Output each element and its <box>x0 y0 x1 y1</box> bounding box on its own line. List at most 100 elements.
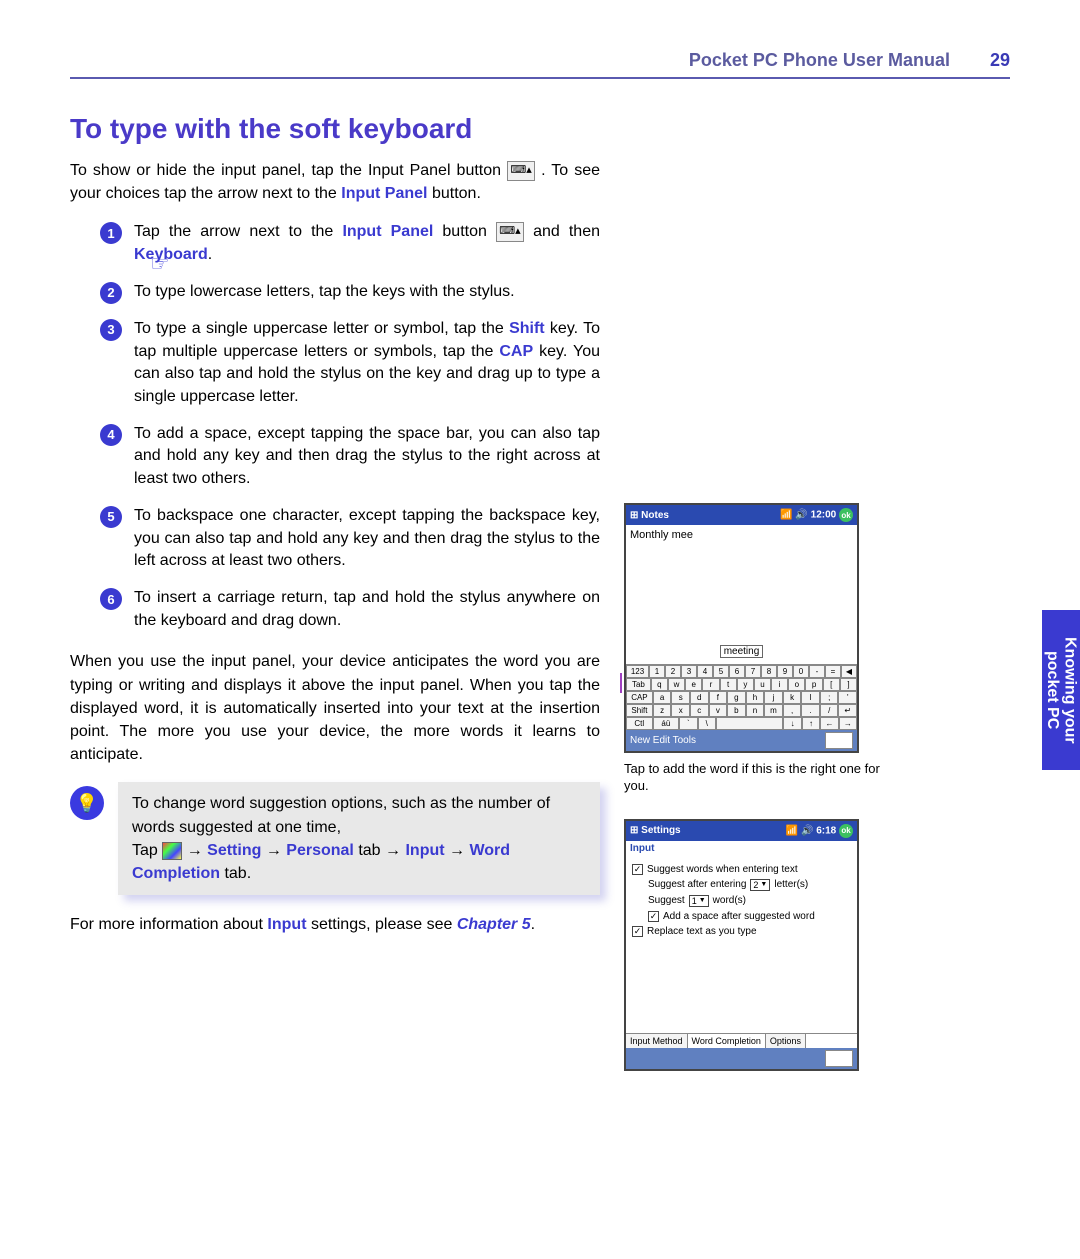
kb-key[interactable]: ↓ <box>783 717 801 730</box>
kb-key[interactable]: áü <box>653 717 680 730</box>
kb-key[interactable]: = <box>825 665 841 678</box>
keyword: Shift <box>509 320 545 337</box>
kb-key[interactable]: q <box>651 678 668 691</box>
step-text: To backspace one character, except tappi… <box>134 505 600 573</box>
signal-icon: 📶 <box>786 825 801 836</box>
settings-screenshot: ⊞ Settings 📶 🔊 6:18 ok Input ✓Suggest wo… <box>624 819 859 1071</box>
kb-key[interactable]: Ctl <box>626 717 653 730</box>
kb-key[interactable]: u <box>754 678 771 691</box>
page-number: 29 <box>990 50 1010 71</box>
kb-key[interactable]: ← <box>820 717 838 730</box>
kb-key[interactable]: - <box>809 665 825 678</box>
kb-key[interactable]: ' <box>838 691 857 704</box>
kb-key[interactable]: CAP <box>626 691 653 704</box>
kb-key[interactable]: , <box>783 704 802 717</box>
kb-key[interactable]: 9 <box>777 665 793 678</box>
kb-key[interactable]: ◀ <box>841 665 857 678</box>
kb-key[interactable]: Tab <box>626 678 651 691</box>
checkbox[interactable]: ✓ <box>648 911 659 922</box>
kb-key[interactable]: n <box>746 704 765 717</box>
kb-key[interactable]: r <box>702 678 719 691</box>
kb-key[interactable]: 1 <box>649 665 665 678</box>
step-text: To insert a carriage return, tap and hol… <box>134 587 600 632</box>
option-label: Suggest words when entering text <box>647 864 798 875</box>
device-titlebar: ⊞ Notes 📶 🔊 12:00 ok <box>626 505 857 525</box>
kb-key[interactable]: 123 <box>626 665 649 678</box>
kb-key[interactable]: p <box>805 678 822 691</box>
kb-key[interactable]: 6 <box>729 665 745 678</box>
kb-key[interactable]: ↵ <box>838 704 857 717</box>
page-header: Pocket PC Phone User Manual 29 <box>70 50 1010 77</box>
kb-key[interactable]: 0 <box>793 665 809 678</box>
step-text: To type a single uppercase letter or sym… <box>134 318 600 409</box>
kb-key[interactable]: g <box>727 691 746 704</box>
kb-key[interactable]: ] <box>840 678 857 691</box>
lightbulb-icon: 💡 <box>70 786 104 820</box>
kb-key[interactable]: ` <box>679 717 697 730</box>
kb-key[interactable]: / <box>820 704 839 717</box>
words-select[interactable]: 1 <box>689 895 709 907</box>
kb-key[interactable]: i <box>771 678 788 691</box>
kb-key[interactable] <box>716 717 784 730</box>
tab-word-completion[interactable]: Word Completion <box>688 1034 766 1048</box>
kb-key[interactable]: [ <box>823 678 840 691</box>
kb-key[interactable]: f <box>709 691 728 704</box>
kb-key[interactable]: \ <box>698 717 716 730</box>
input-panel-icon[interactable]: ⌨▴ <box>825 732 853 749</box>
kb-key[interactable]: l <box>801 691 820 704</box>
kb-key[interactable]: Shift <box>626 704 653 717</box>
kb-key[interactable]: ; <box>820 691 839 704</box>
kb-key[interactable]: 8 <box>761 665 777 678</box>
device-footer: New Edit Tools ⌨▴ <box>626 730 857 751</box>
kb-key[interactable]: s <box>671 691 690 704</box>
keyword: Setting <box>207 842 261 859</box>
tab-input-method[interactable]: Input Method <box>626 1034 688 1048</box>
input-panel-icon[interactable]: ⌨▴ <box>825 1050 853 1067</box>
kb-key[interactable]: d <box>690 691 709 704</box>
step-badge: 4 <box>100 424 122 446</box>
kb-key[interactable]: 2 <box>665 665 681 678</box>
kb-key[interactable]: h <box>746 691 765 704</box>
checkbox[interactable]: ✓ <box>632 864 643 875</box>
kb-key[interactable]: m <box>764 704 783 717</box>
checkbox[interactable]: ✓ <box>632 926 643 937</box>
ok-button[interactable]: ok <box>839 824 853 838</box>
kb-key[interactable]: j <box>764 691 783 704</box>
kb-key[interactable]: x <box>671 704 690 717</box>
kb-key[interactable]: a <box>653 691 672 704</box>
kb-key[interactable]: k <box>783 691 802 704</box>
notes-body: Monthly mee meeting <box>626 525 857 664</box>
kb-key[interactable]: 5 <box>713 665 729 678</box>
settings-tabs: Input Method Word Completion Options <box>626 1033 857 1048</box>
kb-key[interactable]: ↑ <box>802 717 820 730</box>
menu-items[interactable]: New Edit Tools <box>630 735 696 746</box>
word-suggestion[interactable]: meeting <box>720 645 764 658</box>
kb-key[interactable]: c <box>690 704 709 717</box>
kb-key[interactable]: 4 <box>697 665 713 678</box>
clock-time: 6:18 <box>816 825 836 836</box>
kb-key[interactable]: v <box>709 704 728 717</box>
kb-key[interactable]: o <box>788 678 805 691</box>
kb-key[interactable]: → <box>839 717 857 730</box>
kb-key[interactable]: t <box>720 678 737 691</box>
kb-key[interactable]: b <box>727 704 746 717</box>
step-4: 4 To add a space, except tapping the spa… <box>100 423 600 491</box>
onscreen-keyboard[interactable]: 1231234567890-=◀Tabqwertyuiop[]CAPasdfgh… <box>626 664 857 730</box>
kb-key[interactable]: 7 <box>745 665 761 678</box>
kb-key[interactable]: w <box>668 678 685 691</box>
kb-key[interactable]: 3 <box>681 665 697 678</box>
step-6: 6 To insert a carriage return, tap and h… <box>100 587 600 632</box>
kb-key[interactable]: z <box>653 704 672 717</box>
letters-select[interactable]: 2 <box>750 879 770 891</box>
kb-key[interactable]: . <box>801 704 820 717</box>
ok-button[interactable]: ok <box>839 508 853 522</box>
tip-block: 💡 To change word suggestion options, suc… <box>70 782 600 895</box>
step-5: 5 To backspace one character, except tap… <box>100 505 600 573</box>
kb-key[interactable]: y <box>737 678 754 691</box>
step-badge: 6 <box>100 588 122 610</box>
tab-options[interactable]: Options <box>766 1034 806 1048</box>
step-badge: 3 <box>100 319 122 341</box>
option-label: Suggest <box>648 895 685 906</box>
keyword: Input <box>405 842 444 859</box>
kb-key[interactable]: e <box>685 678 702 691</box>
